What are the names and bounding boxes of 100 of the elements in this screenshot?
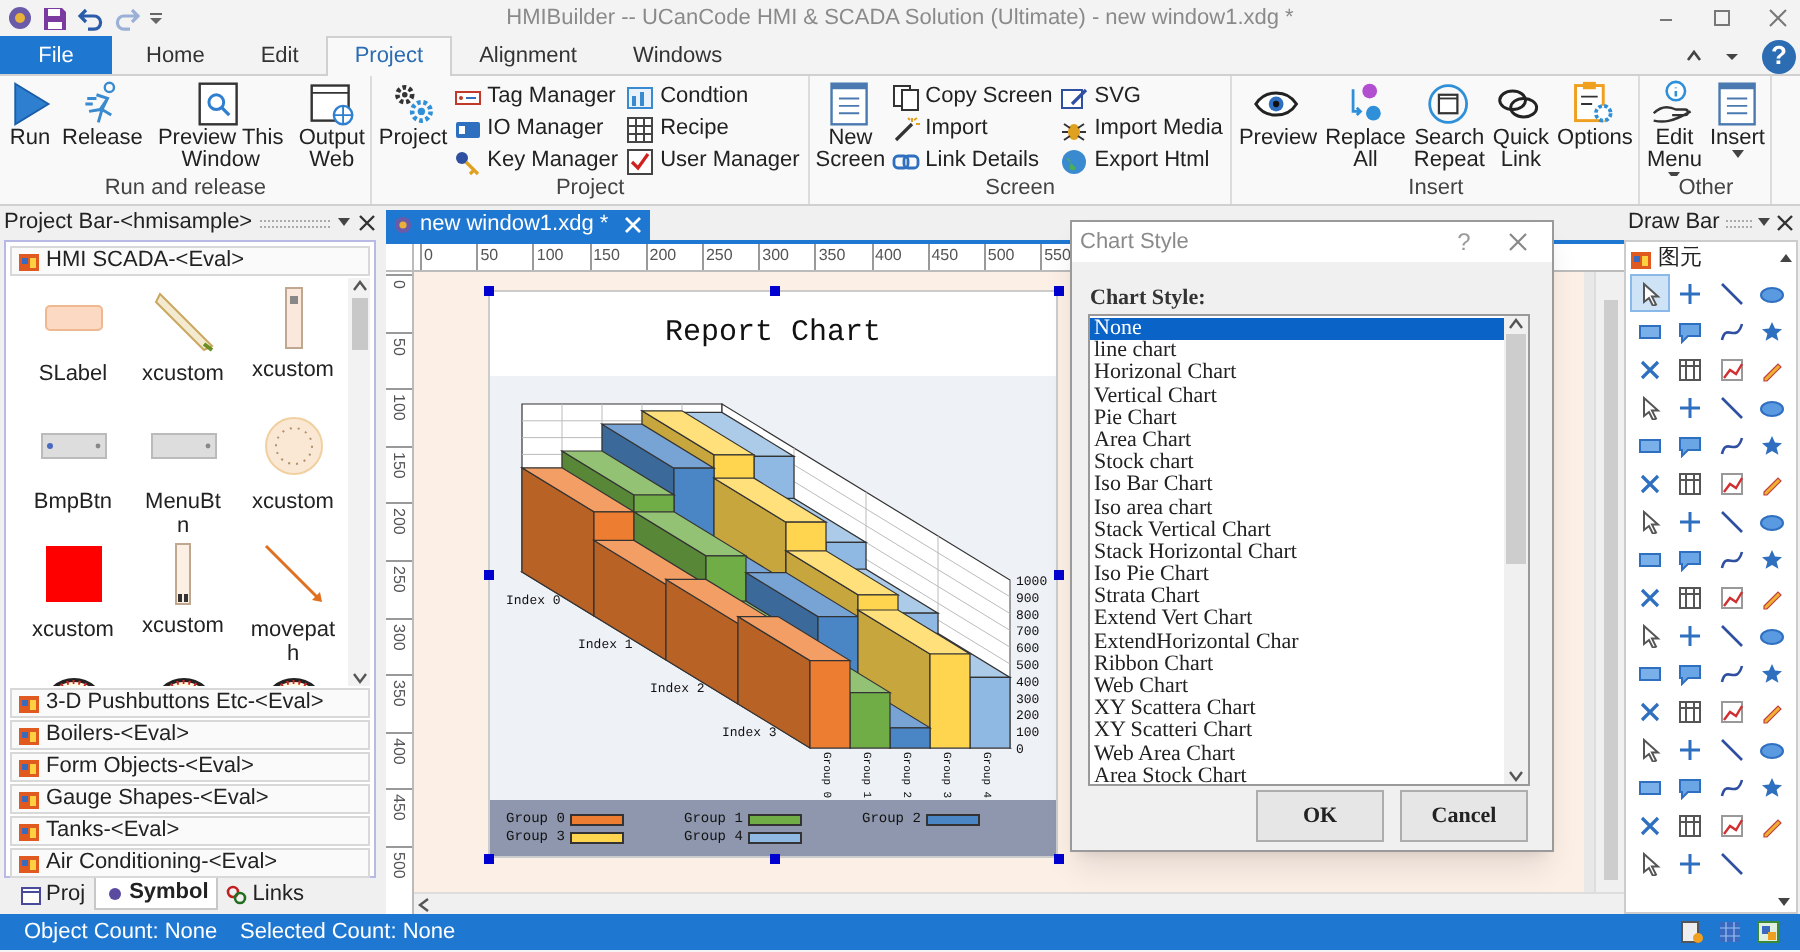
group-label: Project	[553, 176, 627, 202]
window-title: HMIBuilder -- UCanCode HMI & SCADA Solution (Ultimate) - new window1.xdg *	[504, 3, 1296, 34]
ribbon-button[interactable]: Options	[1555, 80, 1635, 150]
ribbon-button[interactable]: Key Manager	[453, 146, 619, 176]
symbol-label[interactable]: xcustom	[140, 362, 226, 386]
ribbon-button[interactable]: Export Html	[1060, 146, 1223, 176]
list-item[interactable]: line chart	[1090, 340, 1504, 363]
symbol-label[interactable]: xcustom	[250, 358, 336, 382]
category-label: 图元	[1658, 243, 1704, 274]
panel-tab[interactable]: Links	[218, 878, 312, 910]
ruler-label: 250	[701, 244, 759, 270]
symbol-label[interactable]: xcustom	[140, 614, 226, 638]
ribbon-button[interactable]: Insert	[1707, 80, 1767, 160]
ruler-label: 50	[476, 244, 533, 270]
ribbon-button[interactable]: Replace All	[1323, 80, 1408, 172]
ribbon-button[interactable]: Search Repeat	[1411, 80, 1487, 172]
symbol-label[interactable]: BmpBtn	[30, 490, 116, 514]
ruler-label: 450	[390, 794, 408, 826]
ruler-label: 450	[927, 244, 984, 270]
ruler-label: 250	[390, 565, 408, 597]
ruler-label: 200	[645, 244, 702, 270]
ribbon-button[interactable]: Tag Manager	[453, 82, 619, 112]
category-header[interactable]: Air Conditioning-<Eval>	[10, 848, 370, 878]
list-item[interactable]: Extend Vert Chart	[1090, 608, 1504, 632]
ribbon-tab[interactable]: Windows	[604, 36, 751, 76]
list-item[interactable]: Stack Horizontal Chart	[1090, 541, 1504, 565]
ribbon-button[interactable]: Import Media	[1060, 114, 1223, 144]
ribbon-tab[interactable]: Alignment	[451, 36, 605, 76]
panel-tab[interactable]: Symbol	[93, 878, 219, 910]
list-item[interactable]: Stock chart	[1090, 452, 1504, 475]
dialog-button[interactable]: Cancel	[1400, 790, 1528, 842]
list-item[interactable]: ExtendHorizontal Char	[1090, 631, 1504, 654]
help-button[interactable]: ?	[1762, 39, 1796, 73]
ribbon-tab[interactable]: Home	[118, 36, 233, 76]
list-item[interactable]: XY Scatteri Chart	[1090, 720, 1504, 744]
category-header[interactable]: Gauge Shapes-<Eval>	[10, 784, 370, 814]
ruler-label: 0	[390, 280, 408, 293]
list-item[interactable]: Ribbon Chart	[1090, 653, 1504, 676]
symbol-label[interactable]: xcustom	[30, 618, 116, 642]
ribbon-button[interactable]: Preview This Window	[148, 80, 293, 172]
list-item[interactable]: Horizonal Chart	[1090, 362, 1504, 386]
ribbon-button[interactable]: User Manager	[626, 146, 800, 176]
list-item[interactable]: Iso Pie Chart	[1090, 564, 1504, 587]
ruler-label: 200	[390, 508, 408, 540]
list-item[interactable]: Area Chart	[1090, 429, 1504, 453]
ribbon-button[interactable]: Preview	[1236, 80, 1320, 150]
category-header[interactable]: 3-D Pushbuttons Etc-<Eval>	[10, 688, 370, 718]
list-item[interactable]: None	[1090, 318, 1504, 341]
dialog-button[interactable]: OK	[1256, 790, 1384, 842]
list-item[interactable]: Web Area Chart	[1090, 743, 1504, 766]
chart-title: Report Chart	[664, 313, 882, 354]
ribbon-button[interactable]: Condtion	[626, 82, 800, 112]
ruler-label: 350	[814, 244, 871, 270]
list-item[interactable]: XY Scattera Chart	[1090, 698, 1504, 721]
ribbon-button[interactable]: Link Details	[891, 146, 1053, 176]
list-item[interactable]: Area Stock Chart	[1090, 765, 1504, 784]
status-text: Selected Count: None	[240, 917, 456, 948]
ruler-label: 300	[758, 244, 815, 270]
group-label: Screen	[983, 176, 1058, 202]
ribbon-button[interactable]: Output Web	[296, 80, 367, 172]
ribbon-button[interactable]: Quick Link	[1490, 80, 1552, 172]
symbol-label[interactable]: MenuBtn	[140, 490, 226, 538]
ribbon-button[interactable]: Run	[4, 80, 56, 150]
field-label: Chart Style:	[1090, 284, 1208, 310]
ribbon-button[interactable]: Release	[60, 80, 145, 150]
list-item[interactable]: Iso Bar Chart	[1090, 474, 1504, 497]
ruler-label: 500	[983, 244, 1041, 270]
ribbon-tab[interactable]: File	[0, 36, 112, 76]
ribbon-button[interactable]: Copy Screen	[891, 82, 1053, 112]
ribbon-button[interactable]: Recipe	[626, 114, 800, 144]
ruler-label: 150	[589, 244, 646, 270]
panel-title: Draw Bar	[1628, 208, 1720, 239]
document-tab[interactable]: new window1.xdg *	[386, 210, 650, 240]
ruler-label: 400	[390, 737, 408, 769]
symbol-label[interactable]: xcustom	[250, 490, 336, 514]
ribbon-button[interactable]: SVG	[1060, 82, 1223, 112]
ribbon-button[interactable]: Import	[891, 114, 1053, 144]
symbol-label[interactable]: SLabel	[30, 362, 116, 386]
list-item[interactable]: Iso area chart	[1090, 497, 1504, 520]
list-item[interactable]: Web Chart	[1090, 676, 1504, 699]
list-item[interactable]: Vertical Chart	[1090, 385, 1504, 408]
category-header[interactable]: Boilers-<Eval>	[10, 720, 370, 750]
category-header[interactable]: Form Objects-<Eval>	[10, 752, 370, 782]
ruler-label: 500	[390, 851, 408, 883]
category-header[interactable]: HMI SCADA-<Eval>	[10, 246, 370, 276]
list-item[interactable]: Strata Chart	[1090, 586, 1504, 609]
ribbon-button[interactable]: New Screen	[813, 80, 888, 172]
ribbon-button[interactable]: Edit Menu	[1644, 80, 1704, 176]
symbol-label[interactable]: movepath	[250, 618, 336, 666]
list-item[interactable]: Pie Chart	[1090, 407, 1504, 430]
panel-title: Project Bar-<hmisample>	[4, 208, 253, 239]
ribbon-tab[interactable]: Project	[326, 36, 452, 76]
ribbon-button[interactable]: IO Manager	[453, 114, 619, 144]
list-item[interactable]: Stack Vertical Chart	[1090, 519, 1504, 542]
ruler-label: 150	[390, 451, 408, 483]
ribbon-tab[interactable]: Edit	[232, 36, 327, 76]
ribbon-button[interactable]: Project	[376, 80, 450, 150]
ruler-label: 100	[532, 244, 590, 270]
panel-tab[interactable]: Proj	[12, 878, 94, 910]
category-header[interactable]: Tanks-<Eval>	[10, 816, 370, 846]
